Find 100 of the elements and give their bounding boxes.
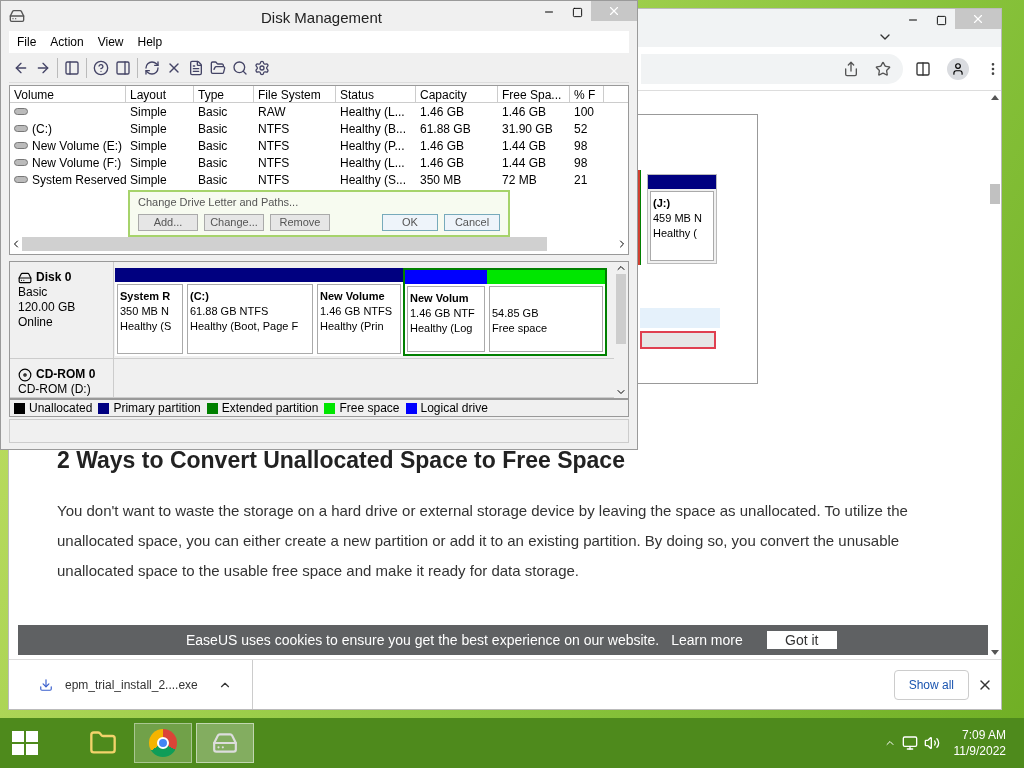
side-panel-icon[interactable] [915, 60, 931, 77]
folder-icon[interactable] [210, 59, 226, 76]
table-cell-text: 1.46 GB [420, 154, 465, 172]
dialog-button[interactable]: OK [382, 213, 438, 231]
table-cell-text: Basic [198, 120, 228, 138]
browser-logo-icon [149, 729, 177, 757]
menu-item[interactable]: View [97, 33, 124, 51]
table-cell-text: Basic [198, 154, 228, 172]
column-header[interactable]: Free Spa... [498, 86, 570, 102]
partition-status: Healthy (S [120, 319, 173, 334]
download-file-icon [39, 677, 53, 692]
column-header[interactable]: % F [570, 86, 604, 102]
profile-avatar[interactable] [947, 57, 969, 80]
share-icon[interactable] [843, 60, 859, 77]
table-cell-text: Basic [198, 171, 228, 189]
partition-block[interactable]: System R 350 MB N Healthy (S [115, 268, 185, 356]
table-cell-text: Healthy (B... [340, 120, 407, 138]
table-cell-text: 52 [574, 120, 588, 138]
horizontal-scrollbar[interactable] [22, 237, 547, 252]
partition-block[interactable]: (C:) 61.88 GB NTFS Healthy (Boot, Page F [185, 268, 315, 356]
disk-info: CD-ROM (D:) [18, 382, 92, 397]
window-title: Disk Management [261, 8, 382, 28]
table-cell-text: Basic [198, 103, 228, 121]
column-header[interactable]: Status [336, 86, 416, 102]
partition-status: Healthy (Boot, Page F [190, 319, 300, 334]
maximize-icon[interactable] [935, 14, 947, 26]
volume-icon [14, 125, 28, 132]
disk-management-icon [9, 8, 25, 24]
partition-name: (J:) [653, 196, 672, 211]
network-icon[interactable] [901, 735, 918, 751]
maximize-icon[interactable] [571, 6, 583, 18]
table-cell-text: 31.90 GB [502, 120, 553, 138]
table-cell-text: 61.88 GB [420, 120, 471, 138]
dialog-button[interactable]: Remove [270, 213, 330, 231]
vertical-scrollbar[interactable] [614, 262, 628, 398]
table-cell-text: 1.44 GB [502, 154, 547, 172]
console-tree-icon[interactable] [64, 59, 80, 76]
refresh-icon[interactable] [144, 59, 160, 76]
action-pane-icon[interactable] [115, 59, 131, 76]
partition-block[interactable]: New Volum 1.46 GB NTF Healthy (Log [403, 268, 487, 356]
cookie-message: EaseUS uses cookies to ensure you get the best experience on our website. [186, 630, 660, 650]
bookmark-star-icon[interactable] [875, 60, 891, 77]
cdrom-icon [18, 367, 32, 382]
column-header[interactable]: Type [194, 86, 254, 102]
volume-icon [14, 159, 28, 166]
table-cell-text: 21 [574, 171, 588, 189]
table-cell-text: New Volume (F:) [32, 154, 122, 172]
table-cell-text: RAW [258, 103, 286, 121]
table-cell-text: 98 [574, 137, 588, 155]
table-cell-text: Healthy (P... [340, 137, 405, 155]
dialog-button[interactable]: Add... [138, 213, 198, 231]
properties-icon[interactable] [188, 59, 204, 76]
dialog-button[interactable]: Change... [204, 213, 264, 231]
menu-item[interactable]: Help [137, 33, 163, 51]
chrome-button[interactable] [134, 723, 192, 763]
table-cell-text: (C:) [32, 120, 52, 138]
disk-info: Basic [18, 285, 49, 300]
table-cell-text: System Reserved [32, 171, 127, 189]
table-cell-text: Simple [130, 120, 167, 138]
got-it-button[interactable]: Got it [766, 631, 837, 649]
download-item[interactable]: epm_trial_install_2....exe [65, 675, 198, 694]
partition-block[interactable]: New Volume 1.46 GB NTFS Healthy (Prin [315, 268, 403, 356]
table-cell-text: Simple [130, 171, 167, 189]
legend-label: Logical drive [420, 400, 488, 417]
search-icon[interactable] [232, 59, 248, 76]
show-all-button[interactable]: Show all [893, 669, 969, 700]
menu-item[interactable]: Action [50, 33, 84, 51]
start-button[interactable] [12, 731, 38, 755]
partition-size: 61.88 GB NTFS [190, 304, 270, 319]
column-header[interactable]: File System [254, 86, 336, 102]
volume-icon[interactable] [923, 735, 940, 751]
partition-bar [648, 175, 716, 189]
table-cell-text: NTFS [258, 171, 290, 189]
table-cell-text: NTFS [258, 137, 290, 155]
clock-date[interactable]: 11/9/2022 [953, 743, 1006, 759]
partition-name: (C:) [190, 289, 210, 304]
clock-time[interactable]: 7:09 AM [961, 727, 1006, 743]
column-header[interactable]: Layout [126, 86, 194, 102]
column-header[interactable]: Volume [10, 86, 126, 102]
table-cell-text: 1.46 GB [420, 103, 465, 121]
partition-name: New Volume [320, 289, 386, 304]
learn-more-link[interactable]: Learn more [671, 629, 743, 651]
table-cell-text: 1.46 GB [502, 103, 547, 121]
table-cell-text: 98 [574, 154, 588, 172]
dialog-button[interactable]: Cancel [444, 213, 500, 231]
menu-item[interactable]: File [17, 33, 37, 51]
table-cell-text: New Volume (E:) [32, 137, 123, 155]
partition-status: Free space [492, 321, 549, 336]
table-cell-text: 72 MB [502, 171, 537, 189]
table-cell-text: NTFS [258, 120, 290, 138]
table-cell-text: Basic [198, 137, 228, 155]
partition-size: 1.46 GB NTFS [320, 304, 394, 319]
table-cell-text: Healthy (L... [340, 154, 405, 172]
settings-icon[interactable] [254, 59, 270, 76]
help-icon[interactable] [93, 59, 109, 76]
table-cell-text: 100 [574, 103, 595, 121]
partition-block[interactable]: 54.85 GB Free space [487, 268, 607, 356]
disk-info: 120.00 GB [18, 300, 77, 315]
column-header[interactable]: Capacity [416, 86, 498, 102]
partition-size: 350 MB N [120, 304, 170, 319]
